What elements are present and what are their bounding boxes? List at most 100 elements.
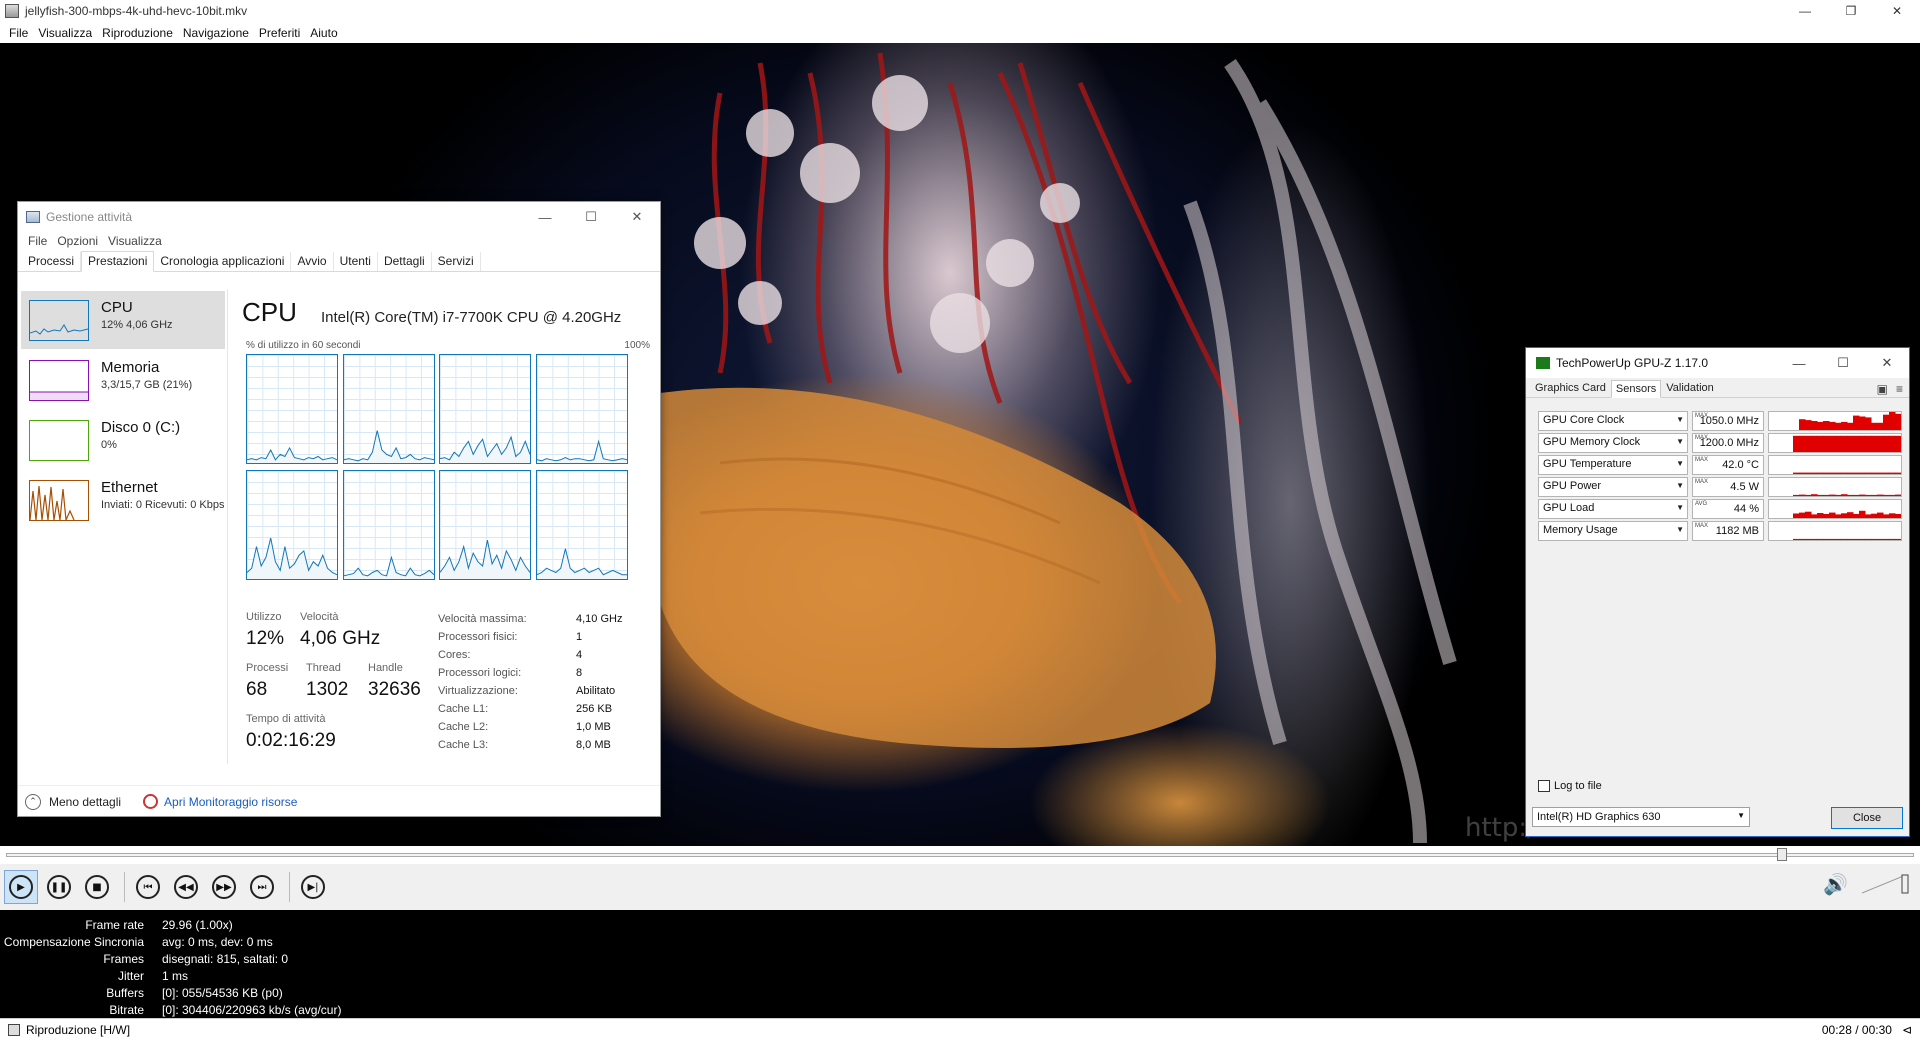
sensor-graph — [1768, 521, 1902, 541]
tab-graphics-card[interactable]: Graphics Card — [1530, 379, 1611, 397]
play-button[interactable]: ▶ — [4, 870, 38, 904]
sensor-bar — [1895, 514, 1901, 518]
restore-button[interactable]: ❐ — [1828, 0, 1874, 22]
sensor-bar — [1847, 494, 1854, 496]
seek-track[interactable] — [6, 853, 1914, 857]
sensor-name-dropdown[interactable]: GPU Temperature ▼ — [1538, 455, 1688, 475]
stat-label: Thread — [306, 662, 341, 674]
seek-thumb[interactable] — [1776, 848, 1787, 861]
sensor-bar — [1877, 494, 1884, 496]
previous-button[interactable]: ⏮ — [131, 870, 165, 904]
sensor-value: AVG 44 % — [1692, 499, 1764, 519]
sidebar-item-memoria[interactable]: Memoria 3,3/15,7 GB (21%) — [21, 351, 225, 409]
sensor-bar — [1841, 513, 1848, 518]
tm-close-button[interactable]: ✕ — [614, 202, 660, 232]
sensor-bar — [1859, 416, 1866, 430]
rewind-button[interactable]: ◀◀ — [169, 870, 203, 904]
tm-menu-file[interactable]: File — [23, 234, 52, 248]
menu-preferiti[interactable]: Preferiti — [254, 26, 305, 40]
tm-menu-opzioni[interactable]: Opzioni — [52, 234, 103, 248]
sensor-bar — [1871, 538, 1878, 540]
seek-bar[interactable] — [0, 846, 1920, 864]
sensor-bar — [1871, 513, 1878, 518]
tab-avvio[interactable]: Avvio — [291, 252, 334, 271]
tab-servizi[interactable]: Servizi — [432, 252, 481, 271]
tab-sensors[interactable]: Sensors — [1610, 380, 1662, 398]
separator — [289, 872, 290, 902]
next-button[interactable]: ⏭ — [245, 870, 279, 904]
detail-value: 4 — [576, 649, 583, 661]
gpu-select[interactable]: Intel(R) HD Graphics 630 ▼ — [1532, 807, 1750, 827]
sensor-name-dropdown[interactable]: GPU Load ▼ — [1538, 499, 1688, 519]
gpuz-minimize-button[interactable]: — — [1777, 348, 1821, 378]
menu-visualizza[interactable]: Visualizza — [33, 26, 97, 40]
stat-key: Jitter — [117, 969, 144, 983]
stop-button[interactable]: ■ — [80, 870, 114, 904]
close-button[interactable]: ✕ — [1874, 0, 1920, 22]
sensor-bar — [1895, 413, 1901, 430]
stat-value: 1302 — [306, 679, 349, 700]
chevron-down-icon: ▼ — [1676, 437, 1684, 446]
sensor-bar — [1799, 435, 1806, 452]
open-resource-monitor-link[interactable]: Apri Monitoraggio risorse — [143, 794, 297, 809]
chevron-down-icon: ▼ — [1676, 459, 1684, 468]
frame-step-button[interactable]: ▶| — [296, 870, 330, 904]
tab-utenti[interactable]: Utenti — [334, 252, 378, 271]
gpuz-maximize-button[interactable]: ☐ — [1821, 348, 1865, 378]
forward-button[interactable]: ▶▶ — [207, 870, 241, 904]
sidebar-item-disco[interactable]: Disco 0 (C:) 0% — [21, 411, 225, 469]
tm-menu-visualizza[interactable]: Visualizza — [103, 234, 167, 248]
tab-dettagli[interactable]: Dettagli — [378, 252, 432, 271]
checkbox-icon — [1538, 780, 1550, 792]
sensor-reading: 4.5 W — [1730, 481, 1759, 493]
resource-monitor-label: Apri Monitoraggio risorse — [164, 794, 298, 809]
audio-channel-icon[interactable]: ⊲ — [1902, 1023, 1912, 1037]
menu-riproduzione[interactable]: Riproduzione — [97, 26, 178, 40]
sensor-bar — [1823, 514, 1830, 518]
tab-cronologia[interactable]: Cronologia applicazioni — [154, 252, 292, 271]
sensor-name-dropdown[interactable]: Memory Usage ▼ — [1538, 521, 1688, 541]
sensor-bar — [1853, 538, 1860, 540]
tm-minimize-button[interactable]: — — [522, 202, 568, 232]
sensor-bar — [1865, 435, 1872, 452]
core-line — [246, 537, 338, 579]
sensor-bar — [1841, 494, 1848, 496]
sensor-name-dropdown[interactable]: GPU Power ▼ — [1538, 477, 1688, 497]
menu-icon[interactable]: ≡ — [1896, 382, 1903, 396]
cpu-core-graph — [342, 354, 435, 464]
chevron-down-icon: ▼ — [1676, 503, 1684, 512]
sensor-graph — [1768, 411, 1902, 431]
volume-slider[interactable] — [1861, 873, 1910, 895]
minimize-button[interactable]: — — [1782, 0, 1828, 22]
menu-navigazione[interactable]: Navigazione — [178, 26, 254, 40]
stop-icon: ■ — [85, 875, 109, 899]
tm-menu-bar: File Opzioni Visualizza — [18, 232, 660, 250]
sensor-mode-tag: MAX — [1695, 457, 1709, 463]
menu-aiuto[interactable]: Aiuto — [305, 26, 342, 40]
sidebar-item-ethernet[interactable]: Ethernet Inviati: 0 Ricevuti: 0 Kbps — [21, 471, 225, 529]
tab-prestazioni[interactable]: Prestazioni — [81, 251, 155, 272]
sensor-bar — [1865, 472, 1872, 474]
log-to-file-checkbox[interactable]: Log to file — [1538, 780, 1602, 792]
sensor-name-dropdown[interactable]: GPU Core Clock ▼ — [1538, 411, 1688, 431]
gpuz-close-window-button[interactable]: ✕ — [1865, 348, 1909, 378]
sensor-bar — [1883, 414, 1890, 430]
fewer-details-button[interactable]: ⌃ Meno dettagli — [25, 793, 121, 810]
cpu-core-graph — [439, 470, 531, 580]
sensor-name-dropdown[interactable]: GPU Memory Clock ▼ — [1538, 433, 1688, 453]
sensor-bar — [1823, 435, 1830, 452]
tab-processi[interactable]: Processi — [22, 252, 82, 271]
sensor-name: GPU Temperature — [1543, 458, 1632, 470]
core-line — [246, 446, 338, 463]
speaker-icon[interactable]: 🔊 — [1823, 872, 1848, 896]
camera-icon[interactable]: ▣ — [1877, 382, 1888, 396]
sensor-bar — [1811, 538, 1818, 540]
sidebar-item-cpu[interactable]: CPU 12% 4,06 GHz — [21, 291, 225, 349]
tm-maximize-button[interactable]: ☐ — [568, 202, 614, 232]
gpuz-close-button[interactable]: Close — [1831, 807, 1903, 829]
sensor-bar — [1805, 420, 1812, 430]
chevron-down-icon: ▼ — [1676, 415, 1684, 424]
pause-button[interactable]: ❚❚ — [42, 870, 76, 904]
menu-file[interactable]: File — [4, 26, 33, 40]
tab-validation[interactable]: Validation — [1661, 379, 1719, 397]
